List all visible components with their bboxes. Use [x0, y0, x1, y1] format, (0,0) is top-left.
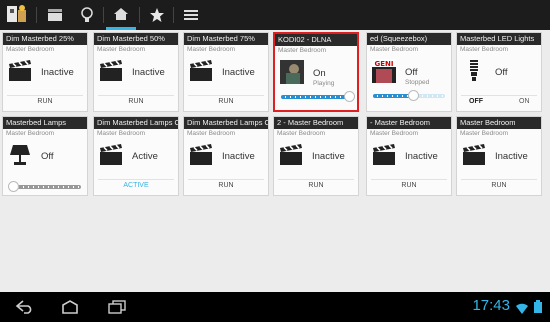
bulb-icon[interactable]	[72, 0, 102, 30]
device-tile[interactable]: Masterbed LED Lights Master Bedroom Off OFF…	[456, 32, 542, 112]
device-tile[interactable]: Dim Masterbed 50% Master Bedroom Inactive R…	[93, 32, 179, 112]
slider-knob[interactable]	[344, 91, 356, 102]
device-tile[interactable]: Dim Masterbed Lamps On Master Bedroom Inac…	[183, 116, 269, 196]
device-tile[interactable]: Dim Masterbed 25% Master Bedroom Inactive R…	[2, 32, 88, 112]
clapper-icon	[189, 59, 213, 83]
slider-knob[interactable]	[7, 181, 19, 192]
star-icon[interactable]	[142, 0, 172, 30]
device-tile[interactable]: - Master Bedroom Master Bedroom Inactive RU…	[366, 116, 452, 196]
tile-title: Dim Masterbed 75%	[184, 33, 268, 45]
svg-text:GENI: GENI	[375, 60, 394, 68]
app-logo-icon[interactable]	[0, 0, 33, 30]
volume-slider[interactable]	[7, 181, 81, 192]
tile-title: Dim Masterbed Lamps Off	[94, 117, 178, 129]
tile-status: On	[313, 68, 326, 79]
system-nav-bar: 17:43	[0, 292, 550, 322]
tile-room: Master Bedroom	[460, 46, 509, 53]
cfl-bulb-icon	[462, 59, 486, 83]
tile-room: Master Bedroom	[6, 130, 55, 137]
tile-status: Inactive	[41, 67, 74, 78]
clapper-icon	[462, 143, 486, 167]
clapper-icon	[189, 143, 213, 167]
device-tile[interactable]: Dim Masterbed Lamps Off Master Bedroom Act…	[93, 116, 179, 196]
tile-status: Off	[495, 67, 508, 78]
clapper-icon	[279, 143, 303, 167]
tile-room: Master Bedroom	[277, 130, 326, 137]
tile-room: Master Bedroom	[187, 130, 236, 137]
tile-title: 2 - Master Bedroom	[274, 117, 358, 129]
tile-title: - Master Bedroom	[367, 117, 451, 129]
run-button[interactable]: RUN	[274, 182, 358, 189]
device-tile[interactable]: Master Bedroom Master Bedroom Inactive RUN	[456, 116, 542, 196]
clapper-icon	[372, 143, 396, 167]
tile-title: Dim Masterbed 50%	[94, 33, 178, 45]
album-art-genius-icon: GENI	[372, 59, 396, 83]
tile-title: Dim Masterbed Lamps On	[184, 117, 268, 129]
tile-room: Master Bedroom	[278, 47, 327, 54]
scenes-icon[interactable]	[40, 0, 70, 30]
clapper-icon	[8, 59, 32, 83]
tile-status: Off	[41, 151, 54, 162]
lamp-icon	[8, 143, 32, 167]
run-button[interactable]: RUN	[457, 182, 541, 189]
wifi-icon	[516, 301, 528, 319]
run-button[interactable]: RUN	[367, 182, 451, 189]
device-tile[interactable]: KODI02 - DLNA Master Bedroom On Playing	[273, 32, 359, 112]
run-button[interactable]: RUN	[184, 182, 268, 189]
tile-status: Inactive	[222, 151, 255, 162]
tile-title: Dim Masterbed 25%	[3, 33, 87, 45]
tile-room: Master Bedroom	[97, 130, 146, 137]
run-button[interactable]: RUN	[3, 98, 87, 105]
volume-slider[interactable]	[281, 91, 356, 102]
tile-title: ed (Squeezebox)	[367, 33, 451, 45]
off-button[interactable]: OFF	[469, 98, 483, 105]
tile-room: Master Bedroom	[370, 130, 419, 137]
album-art-icon	[280, 60, 304, 84]
tile-substatus: Stopped	[405, 79, 430, 86]
on-button[interactable]: ON	[519, 98, 530, 105]
run-button[interactable]: RUN	[94, 98, 178, 105]
tile-room: Master Bedroom	[6, 46, 55, 53]
tile-title: Masterbed Lamps	[3, 117, 87, 129]
tile-title: Master Bedroom	[457, 117, 541, 129]
top-action-bar	[0, 0, 550, 30]
back-icon[interactable]	[10, 292, 40, 322]
clapper-icon	[99, 143, 123, 167]
tile-room: Master Bedroom	[370, 46, 419, 53]
volume-slider[interactable]	[373, 90, 445, 101]
tile-status: Inactive	[405, 151, 438, 162]
recent-apps-icon[interactable]	[102, 292, 132, 322]
run-button[interactable]: RUN	[184, 98, 268, 105]
home-icon[interactable]	[55, 292, 85, 322]
device-tile[interactable]: ed (Squeezebox) Master Bedroom GENI Off Stop…	[366, 32, 452, 112]
tile-status: Inactive	[312, 151, 345, 162]
battery-icon	[534, 300, 542, 318]
tile-status: Off	[405, 67, 418, 78]
tile-title: Masterbed LED Lights	[457, 33, 541, 45]
device-tile[interactable]: Dim Masterbed 75% Master Bedroom Inactive R…	[183, 32, 269, 112]
tile-status: Inactive	[132, 67, 165, 78]
tile-status: Inactive	[495, 151, 528, 162]
tile-title: KODI02 - DLNA	[275, 34, 357, 46]
slider-knob[interactable]	[407, 90, 419, 101]
tile-status: Inactive	[222, 67, 255, 78]
tile-substatus: Playing	[313, 80, 335, 87]
tile-room: Master Bedroom	[97, 46, 146, 53]
tiles-grid: Dim Masterbed 25% Master Bedroom Inactive R…	[0, 30, 550, 292]
list-icon[interactable]	[176, 0, 206, 30]
clock: 17:43	[472, 297, 510, 314]
tile-status: Active	[132, 151, 158, 162]
run-button[interactable]: ACTIVE	[94, 182, 178, 189]
device-tile[interactable]: Masterbed Lamps Master Bedroom Off	[2, 116, 88, 196]
rooms-icon[interactable]	[106, 0, 136, 30]
tile-room: Master Bedroom	[187, 46, 236, 53]
tile-room: Master Bedroom	[460, 130, 509, 137]
device-tile[interactable]: 2 - Master Bedroom Master Bedroom Inactive…	[273, 116, 359, 196]
clapper-icon	[99, 59, 123, 83]
